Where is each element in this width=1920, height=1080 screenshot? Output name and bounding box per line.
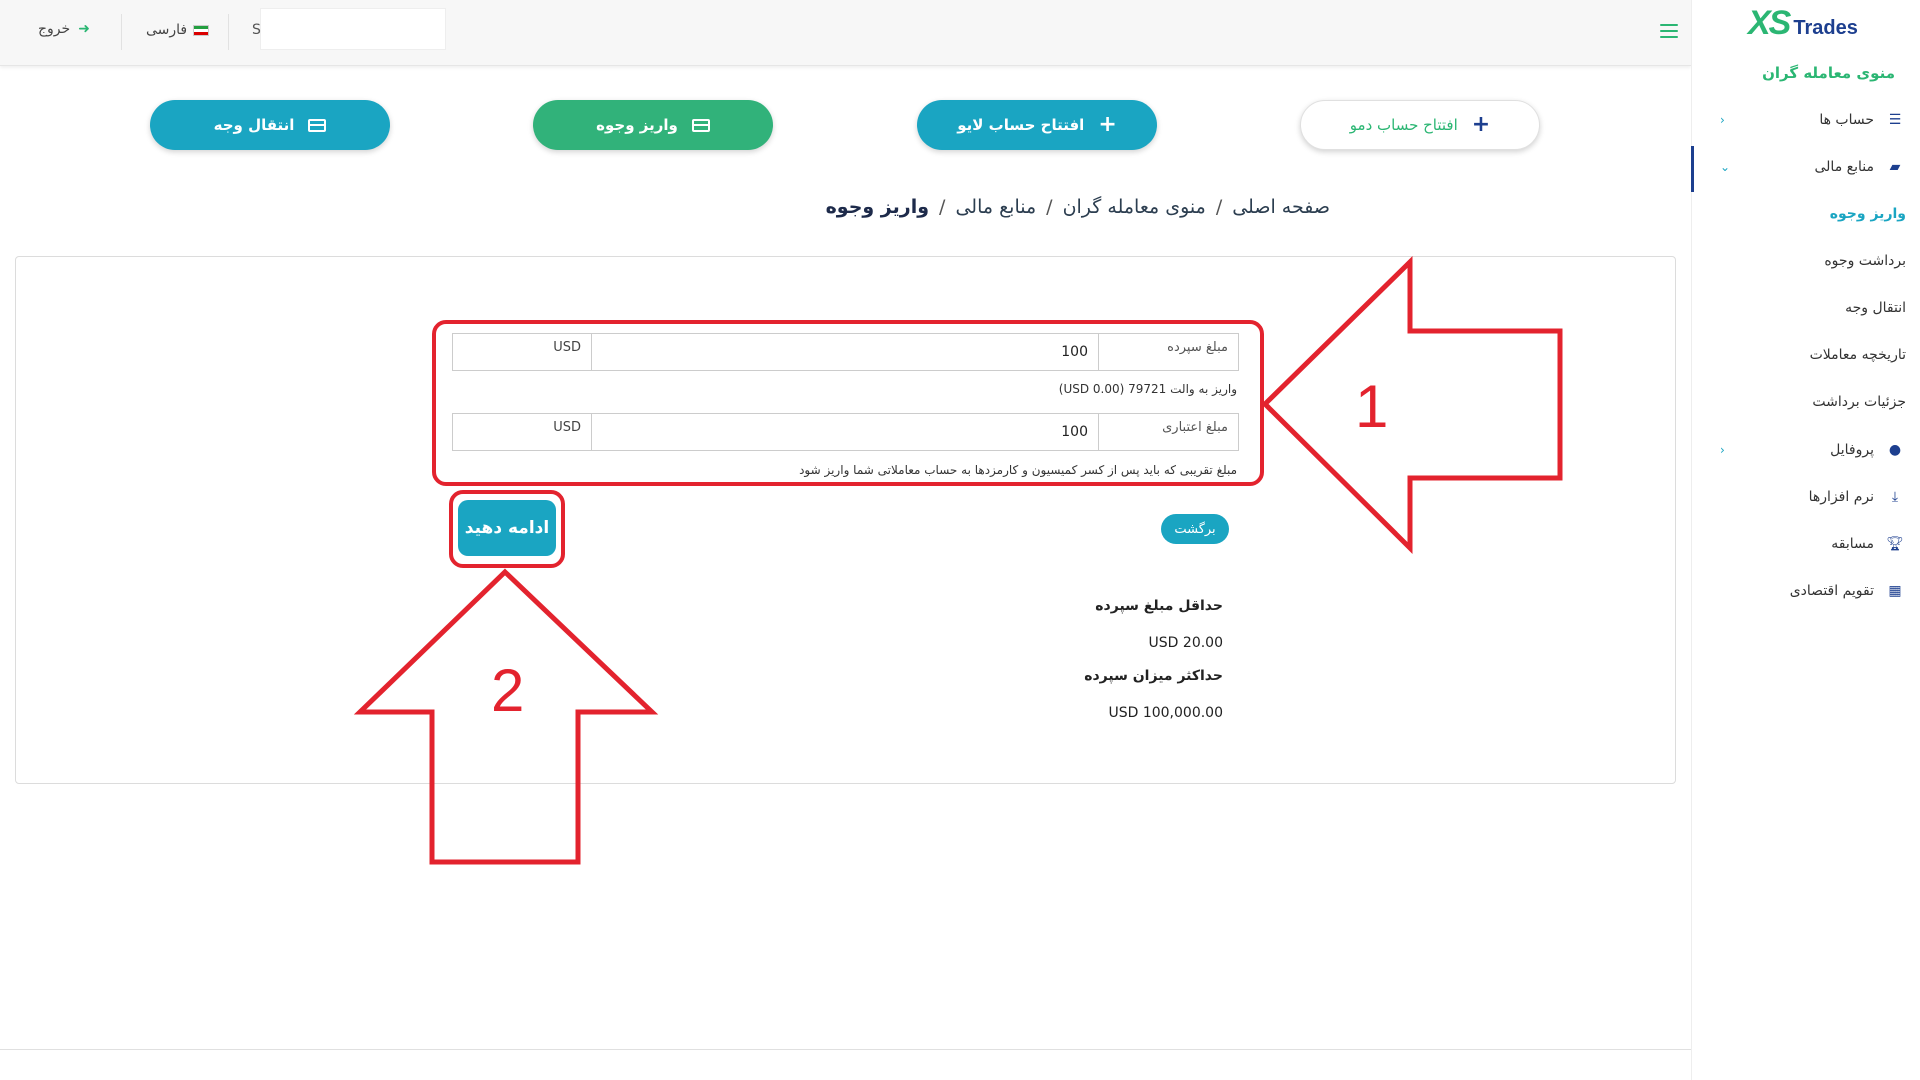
annotation-arrow-1 (1261, 256, 1563, 555)
annotation-number-2: 2 (491, 657, 525, 724)
annotation-number-1: 1 (1355, 373, 1389, 440)
annotation-arrows (353, 256, 1563, 865)
